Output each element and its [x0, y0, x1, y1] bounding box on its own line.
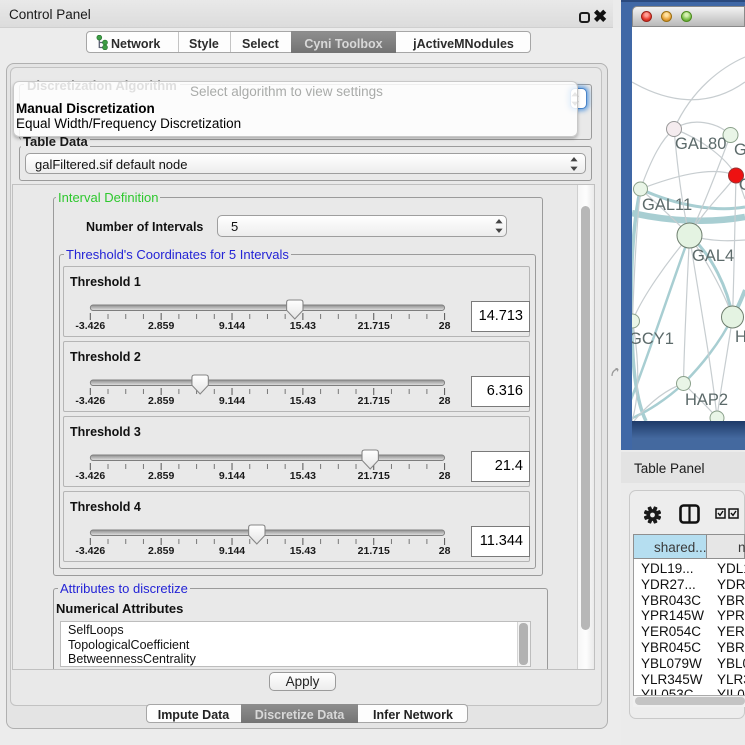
- svg-text:15.43: 15.43: [290, 320, 316, 332]
- svg-text:28: 28: [439, 470, 451, 482]
- svg-text:2.859: 2.859: [148, 395, 174, 407]
- svg-text:9.144: 9.144: [219, 320, 245, 332]
- svg-text:15.43: 15.43: [290, 395, 316, 407]
- svg-text:21.715: 21.715: [358, 395, 390, 407]
- svg-text:9.144: 9.144: [219, 470, 245, 482]
- svg-text:28: 28: [439, 395, 451, 407]
- svg-text:9.144: 9.144: [219, 545, 245, 557]
- svg-text:G: G: [734, 141, 745, 159]
- svg-text:15.43: 15.43: [290, 470, 316, 482]
- svg-text:H: H: [735, 328, 745, 346]
- svg-text:GAL80: GAL80: [675, 135, 726, 153]
- svg-text:9.144: 9.144: [219, 395, 245, 407]
- svg-text:21.715: 21.715: [358, 320, 390, 332]
- svg-text:-3.426: -3.426: [75, 395, 105, 407]
- svg-text:28: 28: [439, 545, 451, 557]
- svg-text:-3.426: -3.426: [75, 470, 105, 482]
- svg-text:C: C: [739, 176, 745, 194]
- svg-text:28: 28: [439, 320, 451, 332]
- svg-text:GAL11: GAL11: [642, 196, 692, 214]
- svg-text:21.715: 21.715: [358, 545, 390, 557]
- svg-text:2.859: 2.859: [148, 320, 174, 332]
- svg-text:2.859: 2.859: [148, 545, 174, 557]
- svg-text:2.859: 2.859: [148, 470, 174, 482]
- svg-text:GCY1: GCY1: [632, 330, 674, 348]
- svg-text:GAL4: GAL4: [692, 247, 734, 265]
- svg-text:15.43: 15.43: [290, 545, 316, 557]
- svg-text:-3.426: -3.426: [75, 320, 105, 332]
- svg-text:21.715: 21.715: [358, 470, 390, 482]
- svg-text:-3.426: -3.426: [75, 545, 105, 557]
- svg-text:HAP2: HAP2: [685, 391, 728, 409]
